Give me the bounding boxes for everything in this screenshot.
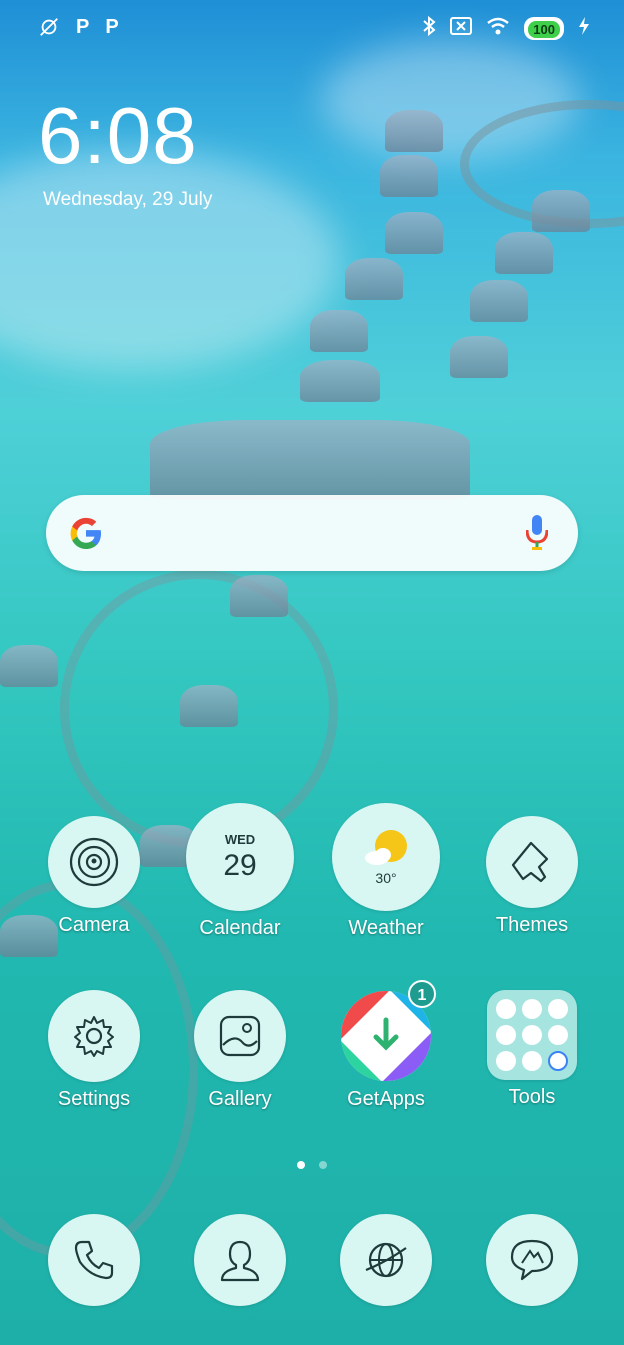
weather-temp: 30° — [375, 870, 397, 886]
weather-sun-icon: 30° — [332, 803, 440, 911]
battery-indicator: 100 — [524, 17, 564, 40]
status-bar: P P 100 — [0, 0, 624, 56]
dock-browser[interactable] — [316, 1214, 456, 1306]
calendar-icon: WED 29 — [186, 803, 294, 911]
mic-icon[interactable] — [525, 515, 549, 556]
app-getapps[interactable]: 1 GetApps — [316, 980, 456, 1111]
camera-icon — [48, 816, 140, 908]
clock-date[interactable]: Wednesday, 29 July — [43, 189, 212, 211]
gallery-icon — [194, 990, 286, 1082]
browser-globe-icon — [340, 1214, 432, 1306]
google-icon — [66, 513, 106, 558]
app-label: Themes — [495, 914, 569, 936]
phone-icon — [48, 1214, 140, 1306]
app-themes[interactable]: Themes — [462, 816, 602, 937]
app-label: Weather — [348, 917, 424, 939]
app-weather[interactable]: 30° Weather — [316, 803, 456, 940]
page-dot-active — [297, 1161, 305, 1169]
dock-contacts[interactable] — [170, 1214, 310, 1306]
parking-icon: P — [76, 16, 90, 38]
contacts-icon — [194, 1214, 286, 1306]
app-label: Calendar — [199, 917, 281, 939]
messages-icon — [486, 1214, 578, 1306]
parking-icon: P — [105, 16, 119, 38]
app-camera[interactable]: Camera — [24, 816, 164, 937]
google-search-bar[interactable] — [46, 495, 578, 571]
themes-brush-icon — [486, 816, 578, 908]
no-sim-icon — [450, 17, 473, 40]
app-settings[interactable]: Settings — [24, 990, 164, 1111]
app-label: Tools — [508, 1086, 556, 1108]
app-gallery[interactable]: Gallery — [170, 990, 310, 1111]
app-label: Camera — [58, 914, 130, 936]
gear-icon — [48, 990, 140, 1082]
notification-badge: 1 — [408, 980, 436, 1008]
page-indicator[interactable] — [297, 1161, 327, 1169]
mute-alarm-icon — [38, 16, 60, 44]
status-right: 100 — [422, 15, 590, 41]
wifi-icon — [486, 17, 510, 40]
calendar-day-name: WED — [224, 831, 256, 847]
bolt-icon — [578, 17, 590, 40]
status-left: P P — [38, 16, 119, 44]
app-calendar[interactable]: WED 29 Calendar — [170, 803, 310, 940]
dock-messages[interactable] — [462, 1214, 602, 1306]
app-label: Settings — [57, 1088, 131, 1110]
bluetooth-icon — [422, 15, 436, 41]
app-folder-tools[interactable]: Tools — [462, 990, 602, 1109]
page-dot — [319, 1161, 327, 1169]
app-label: Gallery — [208, 1088, 272, 1110]
dock-phone[interactable] — [24, 1214, 164, 1306]
battery-level: 100 — [528, 21, 560, 38]
getapps-icon: 1 — [340, 980, 436, 1082]
calendar-day-number: 29 — [223, 848, 257, 882]
clock-time[interactable]: 6:08 — [38, 90, 198, 182]
app-label: GetApps — [347, 1088, 425, 1110]
tools-folder-icon — [487, 990, 577, 1080]
